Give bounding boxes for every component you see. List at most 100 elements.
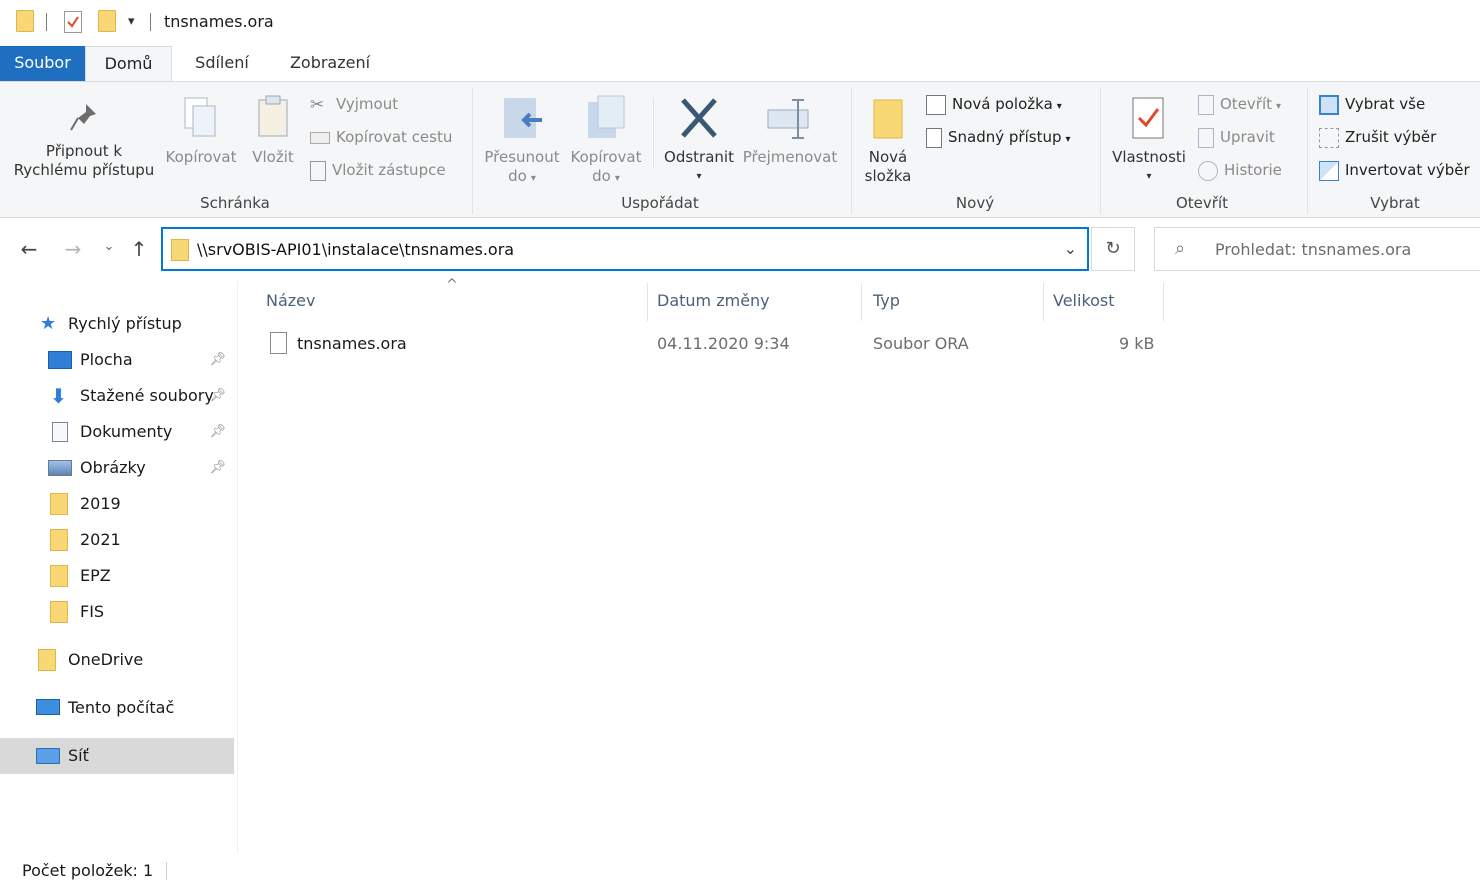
- pin-to-quick-access-button[interactable]: Připnout k Rychlému přístupu: [6, 100, 162, 180]
- chevron-down-icon: ▾: [614, 173, 620, 184]
- group-label-clipboard: Schránka: [200, 194, 270, 212]
- delete-icon: [681, 98, 717, 138]
- desktop-icon: [48, 351, 72, 369]
- open-icon: [1198, 94, 1214, 115]
- tab-home[interactable]: Domů: [85, 46, 172, 82]
- folder-icon: [50, 493, 68, 515]
- move-to-label-do: do: [508, 167, 527, 185]
- properties-label: Vlastnosti: [1112, 148, 1186, 166]
- easy-access-button[interactable]: Snadný přístup ▾: [926, 124, 1071, 150]
- column-divider[interactable]: [861, 283, 862, 321]
- nav-item-folder-epz[interactable]: EPZ: [48, 559, 234, 593]
- move-to-icon: [504, 98, 542, 138]
- edit-icon: [1198, 127, 1214, 148]
- paste-shortcut-button[interactable]: Vložit zástupce: [310, 157, 446, 183]
- column-header-size[interactable]: Velikost: [1053, 291, 1115, 310]
- folder-icon: [50, 565, 68, 587]
- copy-to-button[interactable]: Kopírovat do ▾: [566, 94, 646, 188]
- file-name[interactable]: tnsnames.ora: [297, 334, 407, 353]
- refresh-button[interactable]: ↻: [1091, 227, 1135, 271]
- address-bar[interactable]: \\srvOBIS-API01\instalace\tnsnames.ora ⌄: [161, 227, 1089, 271]
- select-none-icon: [1319, 127, 1339, 148]
- move-to-button[interactable]: Přesunout do ▾: [480, 94, 564, 188]
- chevron-down-icon: ▾: [1065, 134, 1071, 145]
- chevron-down-icon: ▾: [530, 173, 536, 184]
- nav-item-onedrive[interactable]: OneDrive: [36, 643, 234, 677]
- column-header-type[interactable]: Typ: [873, 291, 900, 310]
- search-input[interactable]: ⌕ Prohledat: tnsnames.ora: [1154, 227, 1480, 271]
- nav-item-folder-2019[interactable]: 2019: [48, 487, 234, 521]
- pictures-icon: [48, 460, 72, 476]
- search-icon: ⌕: [1175, 238, 1186, 259]
- folder-icon: [50, 529, 68, 551]
- column-header-date[interactable]: Datum změny: [657, 291, 770, 310]
- copy-button[interactable]: Kopírovat: [162, 94, 240, 167]
- divider: [150, 13, 151, 31]
- file-date: 04.11.2020 9:34: [657, 334, 790, 353]
- pin-icon[interactable]: 📌︎: [209, 379, 226, 413]
- tab-view[interactable]: Zobrazení: [272, 46, 388, 82]
- chevron-down-icon: ▾: [1146, 171, 1152, 182]
- move-to-label-line1: Přesunout: [484, 148, 560, 166]
- pin-icon[interactable]: 📌︎: [209, 451, 226, 485]
- nav-label: Rychlý přístup: [68, 314, 182, 333]
- nav-item-desktop[interactable]: Plocha 📌︎: [48, 343, 234, 377]
- group-divider: [1100, 88, 1101, 214]
- open-button[interactable]: Otevřít ▾: [1198, 91, 1281, 117]
- chevron-down-icon[interactable]: ⌄: [1064, 239, 1077, 258]
- delete-button[interactable]: Odstranit ▾: [660, 94, 738, 186]
- paste-button[interactable]: Vložit: [244, 94, 302, 167]
- pin-icon[interactable]: 📌︎: [209, 343, 226, 377]
- edit-button[interactable]: Upravit: [1198, 124, 1275, 150]
- nav-item-network[interactable]: Síť: [36, 739, 234, 773]
- group-divider: [1307, 88, 1308, 214]
- properties-quick-icon[interactable]: [64, 11, 82, 33]
- nav-item-pictures[interactable]: Obrázky 📌︎: [48, 451, 234, 485]
- paste-shortcut-label: Vložit zástupce: [332, 161, 446, 179]
- nav-item-this-pc[interactable]: Tento počítač: [36, 691, 234, 725]
- nav-item-quick-access[interactable]: ★ Rychlý přístup: [38, 307, 238, 341]
- divider: [653, 98, 654, 168]
- file-list: ^ Název Datum změny Typ Velikost tnsname…: [239, 277, 1480, 853]
- copy-path-button[interactable]: Kopírovat cestu: [310, 124, 452, 150]
- new-folder-button[interactable]: Nová složka: [858, 94, 918, 186]
- divider: [166, 862, 167, 880]
- column-divider[interactable]: [647, 283, 648, 321]
- select-none-button[interactable]: Zrušit výběr: [1319, 124, 1436, 150]
- forward-arrow-icon[interactable]: →: [58, 237, 88, 261]
- address-path[interactable]: \\srvOBIS-API01\instalace\tnsnames.ora: [197, 240, 514, 259]
- history-label: Historie: [1224, 161, 1282, 179]
- chevron-down-icon: ▾: [1276, 101, 1282, 112]
- column-divider[interactable]: [1043, 283, 1044, 321]
- select-all-button[interactable]: Vybrat vše: [1319, 91, 1425, 117]
- item-count: Počet položek: 1: [22, 861, 154, 880]
- back-arrow-icon[interactable]: ←: [14, 237, 44, 261]
- pin-icon: [70, 104, 96, 131]
- nav-item-folder-fis[interactable]: FIS: [48, 595, 234, 629]
- pin-icon[interactable]: 📌︎: [209, 415, 226, 449]
- column-header-name[interactable]: Název: [266, 291, 315, 310]
- tab-share[interactable]: Sdílení: [180, 46, 264, 82]
- nav-label: 2019: [80, 494, 121, 513]
- column-divider[interactable]: [1163, 283, 1164, 321]
- nav-item-downloads[interactable]: ⬇ Stažené soubory 📌︎: [48, 379, 234, 413]
- group-label-organize: Uspořádat: [621, 194, 699, 212]
- new-folder-quick-icon[interactable]: [98, 10, 116, 32]
- up-arrow-icon[interactable]: ↑: [124, 237, 154, 261]
- ribbon: Připnout k Rychlému přístupu Kopírovat V…: [0, 81, 1480, 218]
- nav-item-folder-2021[interactable]: 2021: [48, 523, 234, 557]
- history-button[interactable]: Historie: [1198, 157, 1282, 183]
- customize-quick-access-icon[interactable]: ▾: [128, 14, 135, 29]
- group-divider: [851, 88, 852, 214]
- invert-selection-button[interactable]: Invertovat výběr: [1319, 157, 1470, 183]
- tab-file[interactable]: Soubor: [0, 46, 85, 82]
- new-item-button[interactable]: Nová položka ▾: [926, 91, 1062, 117]
- divider: [46, 13, 47, 31]
- nav-label: 2021: [80, 530, 121, 549]
- cut-button[interactable]: ✂ Vyjmout: [310, 91, 398, 117]
- title-bar: ▾ tnsnames.ora: [0, 0, 1480, 44]
- rename-button[interactable]: Přejmenovat: [740, 94, 840, 167]
- recent-locations-chevron-icon[interactable]: ⌄: [94, 239, 124, 254]
- properties-button[interactable]: Vlastnosti ▾: [1108, 94, 1190, 186]
- nav-item-documents[interactable]: Dokumenty 📌︎: [48, 415, 234, 449]
